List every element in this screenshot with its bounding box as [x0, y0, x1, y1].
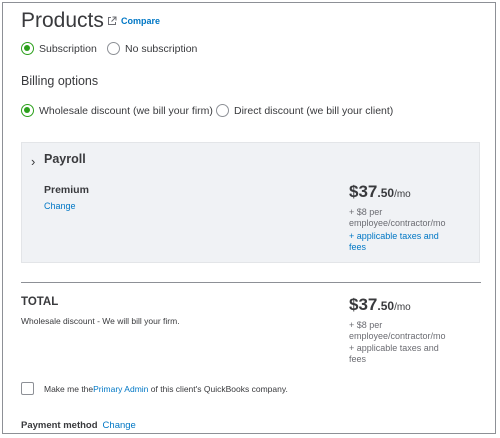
primary-admin-link[interactable]: Primary Admin [93, 384, 148, 394]
card-price: $37.50/mo [349, 182, 411, 202]
radio-wholesale-label: Wholesale discount (we bill your firm) [39, 104, 213, 117]
radio-no-subscription-label: No subscription [125, 42, 198, 55]
total-taxes-line1: + applicable taxes and [349, 343, 439, 353]
radio-subscription-label: Subscription [39, 42, 97, 55]
plan-change-link[interactable]: Change [44, 201, 76, 211]
card-price-cents: .50 [377, 186, 395, 200]
payment-method-label: Payment method [21, 420, 98, 431]
compare-link[interactable]: Compare [107, 16, 160, 26]
radio-no-subscription-button[interactable] [107, 42, 120, 55]
billing-options-title: Billing options [21, 74, 99, 88]
total-price-cents: .50 [377, 299, 395, 313]
products-panel: Products Compare Subscription No subscri… [2, 2, 496, 434]
total-price-unit: /mo [394, 302, 411, 313]
plan-name: Premium [44, 184, 89, 196]
radio-no-subscription[interactable]: No subscription [107, 42, 197, 55]
radio-wholesale[interactable]: Wholesale discount (we bill your firm) [21, 104, 213, 117]
radio-wholesale-button[interactable] [21, 104, 34, 117]
total-price: $37.50/mo [349, 295, 411, 315]
radio-direct-label: Direct discount (we bill your client) [234, 104, 394, 117]
total-label: TOTAL [21, 296, 59, 308]
payment-method-change-link[interactable]: Change [103, 420, 136, 431]
payment-method-row: Payment method Change [21, 420, 136, 431]
primary-admin-suffix: of this client's QuickBooks company. [148, 383, 288, 394]
primary-admin-row: Make me the Primary Admin of this client… [21, 382, 288, 395]
card-taxes-link[interactable]: + applicable taxes and fees [349, 231, 439, 253]
radio-direct-button[interactable] [216, 104, 229, 117]
compare-label: Compare [121, 16, 161, 26]
card-price-dollars: $37 [349, 182, 378, 201]
section-divider [21, 282, 481, 283]
card-taxes-line2: fees [349, 242, 367, 252]
total-per-employee-line1: + $8 per [349, 320, 383, 330]
total-taxes-line2: fees [349, 354, 367, 364]
total-note: Wholesale discount - We will bill your f… [21, 316, 180, 326]
primary-admin-checkbox[interactable] [21, 382, 34, 395]
radio-direct[interactable]: Direct discount (we bill your client) [216, 104, 393, 117]
card-taxes-line1: + applicable taxes and [349, 231, 439, 241]
card-per-employee-line1: + $8 per [349, 207, 383, 217]
total-price-dollars: $37 [349, 295, 378, 314]
product-name[interactable]: Payroll [44, 152, 86, 166]
expand-chevron-icon[interactable]: › [31, 154, 35, 169]
total-per-employee-line2: employee/contractor/mo [349, 331, 446, 341]
external-link-icon [108, 16, 117, 25]
card-per-employee: + $8 per employee/contractor/mo [349, 207, 446, 229]
radio-subscription[interactable]: Subscription [21, 42, 97, 55]
card-per-employee-line2: employee/contractor/mo [349, 218, 446, 228]
total-taxes: + applicable taxes and fees [349, 343, 439, 365]
total-per-employee: + $8 per employee/contractor/mo [349, 320, 446, 342]
card-price-unit: /mo [394, 189, 411, 200]
radio-subscription-button[interactable] [21, 42, 34, 55]
primary-admin-prefix: Make me the [44, 383, 94, 394]
page-title: Products [21, 9, 104, 32]
